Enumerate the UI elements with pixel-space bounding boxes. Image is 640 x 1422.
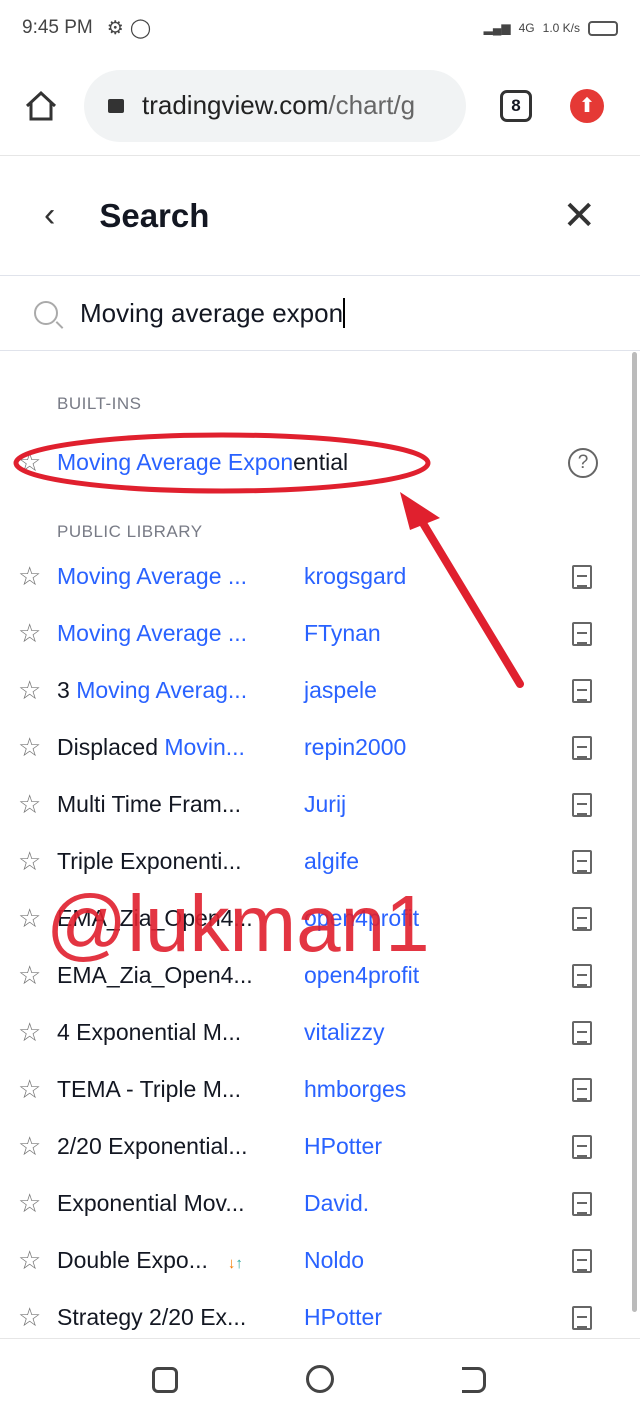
system-nav-bar <box>0 1338 640 1422</box>
annotation-arrowhead <box>400 492 440 530</box>
recents-button[interactable] <box>152 1367 178 1393</box>
annotation-arrow <box>408 501 524 688</box>
back-button[interactable] <box>462 1367 486 1393</box>
highlight-ellipse <box>13 432 431 494</box>
watermark: @lukman1 <box>46 879 430 968</box>
annotation-overlay <box>13 432 524 688</box>
home-button[interactable] <box>306 1365 334 1393</box>
